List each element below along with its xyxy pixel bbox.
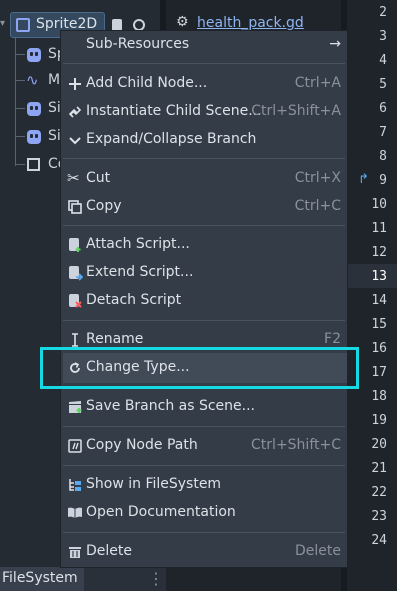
menu-item-label: Expand/Collapse Branch [86,131,257,147]
tree-collapse-arrow-icon[interactable]: ▾ [0,18,5,29]
line-number: 15 [371,317,387,332]
annotation-highlight-box [40,347,359,389]
line-number: 5 [379,77,387,92]
face-icon [27,48,41,62]
line-number: 22 [371,485,387,500]
menu-item-shortcut: Ctrl+Shift+C [251,437,341,453]
rename-icon [67,332,83,348]
menu-separator [63,532,345,533]
menu-item-label: Copy Node Path [86,437,198,453]
tree-node-label: M [48,72,61,88]
script-tab-label: health_pack.gd [197,15,304,31]
script-extend-icon [67,265,84,281]
line-number: 8 [379,149,387,164]
menu-item-delete[interactable]: Delete Delete [61,538,347,566]
line-number: 11 [371,221,387,236]
menu-item-label: Cut [86,170,111,186]
line-number: 13 [371,269,387,284]
menu-item-label: Show in FileSystem [86,476,222,492]
plus-icon [67,76,83,92]
menu-item-extend-script[interactable]: Extend Script... [61,259,347,287]
menu-item-label: Save Branch as Scene... [86,398,256,414]
chevron-down-icon [67,132,83,148]
face-icon [27,130,41,144]
line-number: 7 [379,125,387,140]
filesystem-icon [67,477,83,493]
line-number: 20 [371,437,387,452]
clapper-icon [67,399,83,415]
menu-separator [63,63,345,64]
more-options-icon[interactable]: ⋮ [148,569,164,588]
menu-item-save-branch-as-scene[interactable]: Save Branch as Scene... [61,393,347,421]
fold-arrow-icon[interactable]: ↱ [358,172,369,187]
menu-item-expand-collapse-branch[interactable]: Expand/Collapse Branch [61,126,347,154]
menu-item-shortcut: Delete [295,543,341,559]
line-number: 12 [371,245,387,260]
menu-separator [63,225,345,226]
menu-item-label: Detach Script [86,292,182,308]
menu-item-label: Sub-Resources [86,36,190,52]
line-number: 21 [371,461,387,476]
menu-item-shortcut: F2 [324,331,341,347]
menu-item-shortcut: Ctrl+X [294,170,341,186]
line-number: 23 [371,509,387,524]
doc-icon [67,505,83,521]
line-number: 6 [379,101,387,116]
scissors-icon: ✂ [67,169,80,187]
menu-item-shortcut: Ctrl+C [294,198,341,214]
line-number: 14 [371,293,387,308]
tab-filesystem[interactable]: FileSystem [0,567,84,591]
menu-item-shortcut: Ctrl+A [294,75,341,91]
menu-item-copy-node-path[interactable]: Copy Node Path Ctrl+Shift+C [61,432,347,460]
menu-item-detach-script[interactable]: Detach Script [61,287,347,315]
filesystem-tab-label: FileSystem [2,570,78,586]
trash-icon [67,544,83,560]
menu-item-label: Instantiate Child Scene... [86,103,262,119]
menu-item-label: Attach Script... [86,236,190,252]
gear-icon: ⚙ [176,14,189,30]
menu-item-cut[interactable]: ✂ Cut Ctrl+X [61,165,347,193]
copy-icon [67,199,83,215]
face-icon [27,102,41,116]
line-number: 3 [379,29,387,44]
line-number: 18 [371,389,387,404]
menu-item-label: Rename [86,331,144,347]
line-number: 10 [371,197,387,212]
menu-item-label: Extend Script... [86,264,194,280]
bottom-dock: FileSystem ⋮ [0,567,166,591]
menu-item-shortcut: Ctrl+Shift+A [251,103,341,119]
menu-item-add-child-node[interactable]: Add Child Node... Ctrl+A [61,70,347,98]
path-icon [67,438,83,454]
script-add-icon [67,237,83,253]
line-number: 24 [371,533,387,548]
menu-item-show-in-filesystem[interactable]: Show in FileSystem [61,471,347,499]
menu-item-label: Add Child Node... [86,75,208,91]
menu-item-label: Delete [86,543,132,559]
line-number: 2 [379,5,387,20]
menu-item-label: Open Documentation [86,504,236,520]
box-icon [27,158,40,171]
menu-separator [63,320,345,321]
link-icon [67,104,83,120]
menu-item-sub-resources[interactable]: Sub-Resources → [61,31,347,59]
animation-icon: ∿ [26,71,39,89]
menu-item-instantiate-child-scene[interactable]: Instantiate Child Scene... Ctrl+Shift+A [61,98,347,126]
menu-item-label: Copy [86,198,122,214]
arrow-right-icon: → [329,36,341,52]
menu-separator [63,465,345,466]
menu-separator [63,426,345,427]
line-number: 4 [379,53,387,68]
menu-item-copy[interactable]: Copy Ctrl+C [61,193,347,221]
line-number: 19 [371,413,387,428]
menu-item-attach-script[interactable]: Attach Script... [61,231,347,259]
menu-separator [63,158,345,159]
sprite2d-icon [16,18,30,32]
script-remove-icon [67,293,83,309]
context-menu: Sub-Resources → Add Child Node... Ctrl+A… [60,30,348,568]
menu-item-open-documentation[interactable]: Open Documentation [61,499,347,527]
